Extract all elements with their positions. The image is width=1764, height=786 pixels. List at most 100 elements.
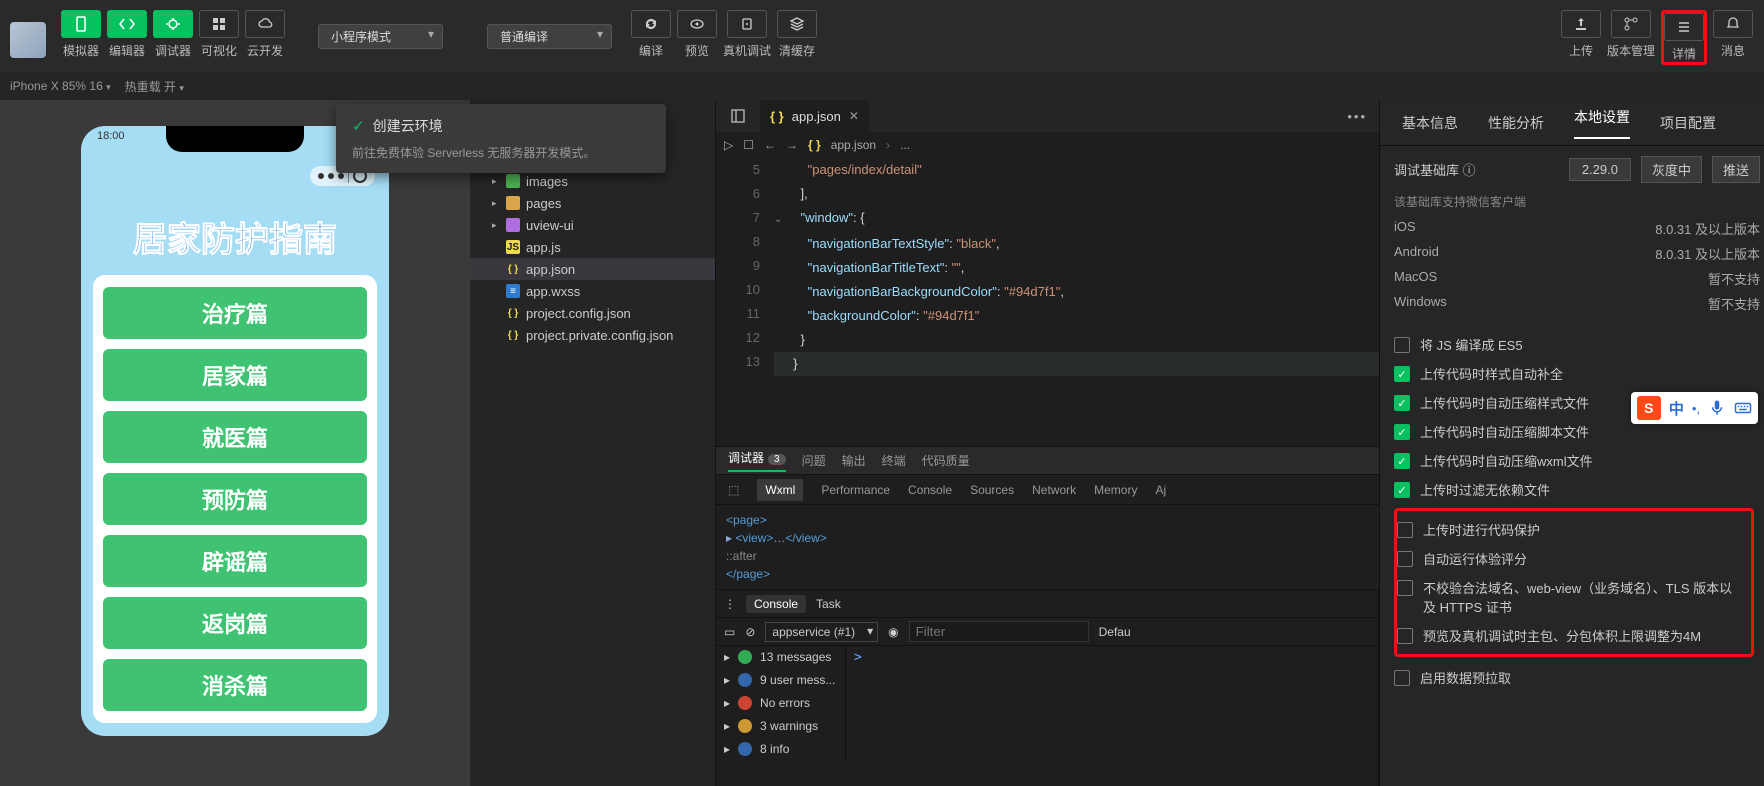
card-button[interactable]: 治疗篇 <box>103 287 367 339</box>
details-tab[interactable]: 性能分析 <box>1488 113 1544 133</box>
close-icon[interactable]: ✕ <box>849 109 859 123</box>
checkbox-row[interactable]: 启用数据预拉取 <box>1394 663 1746 692</box>
card-button[interactable]: 预防篇 <box>103 473 367 525</box>
msg-row[interactable]: ▸No errors <box>716 692 845 715</box>
action-upload[interactable]: 上传 <box>1561 10 1601 65</box>
bookmark-icon[interactable]: ☐ <box>743 138 754 152</box>
card-button[interactable]: 就医篇 <box>103 411 367 463</box>
checkbox-row[interactable]: 上传时过滤无依赖文件 <box>1394 475 1746 504</box>
run-icon[interactable]: ▷ <box>724 138 733 152</box>
mode-phone[interactable]: 模拟器 <box>61 10 101 59</box>
mode-cloud[interactable]: 云开发 <box>245 10 285 59</box>
compile-mode-select[interactable]: 普通编译 <box>487 24 612 49</box>
tree-item[interactable]: ▸uview-ui <box>470 214 715 236</box>
checkbox[interactable] <box>1394 670 1410 686</box>
checkbox[interactable] <box>1397 628 1413 644</box>
devtools-tab[interactable]: Aj <box>1155 483 1166 497</box>
checkbox-row[interactable]: 不校验合法域名、web-view（业务域名）、TLS 版本以及 HTTPS 证书 <box>1397 573 1737 621</box>
ime-lang[interactable]: 中 <box>1669 398 1684 419</box>
console-tab[interactable]: Console <box>746 595 806 613</box>
action-refresh[interactable]: 编译 <box>631 10 671 59</box>
debug-tab[interactable]: 问题 <box>802 452 826 469</box>
checkbox[interactable] <box>1394 395 1410 411</box>
mode-bug[interactable]: 调试器 <box>153 10 193 59</box>
task-tab[interactable]: Task <box>816 597 841 611</box>
prev-icon[interactable]: ← <box>764 138 776 152</box>
push-button[interactable]: 推送 <box>1712 156 1760 183</box>
checkbox[interactable] <box>1394 453 1410 469</box>
scope-select[interactable]: appservice (#1) <box>765 622 878 642</box>
card-button[interactable]: 消杀篇 <box>103 659 367 711</box>
more-icon[interactable]: ⋮ <box>724 597 736 611</box>
avatar[interactable] <box>10 22 46 58</box>
tree-item[interactable]: ≡app.wxss <box>470 280 715 302</box>
mode-grid[interactable]: 可视化 <box>199 10 239 59</box>
action-bell[interactable]: 消息 <box>1713 10 1753 65</box>
help-icon[interactable]: ⓘ <box>1463 163 1476 178</box>
editor-tab[interactable]: { } app.json ✕ <box>760 100 869 132</box>
debug-tab[interactable]: 输出 <box>842 452 866 469</box>
devtools-tab[interactable]: Memory <box>1094 483 1137 497</box>
checkbox-row[interactable]: 将 JS 编译成 ES5 <box>1394 330 1746 359</box>
clear-icon[interactable]: ⊘ <box>745 625 755 639</box>
debug-tab[interactable]: 代码质量 <box>922 452 970 469</box>
card-button[interactable]: 居家篇 <box>103 349 367 401</box>
checkbox-row[interactable]: 预览及真机调试时主包、分包体积上限调整为4M <box>1397 621 1737 650</box>
filter-input[interactable] <box>909 621 1089 642</box>
card-button[interactable]: 返岗篇 <box>103 597 367 649</box>
details-tab[interactable]: 本地设置 <box>1574 107 1630 139</box>
keyboard-icon[interactable] <box>1734 399 1752 417</box>
msg-row[interactable]: ▸9 user mess... <box>716 669 845 692</box>
debug-tab[interactable]: 终端 <box>882 452 906 469</box>
ime-widget[interactable]: S 中 •, <box>1631 392 1758 424</box>
checkbox-row[interactable]: 上传时进行代码保护 <box>1397 515 1737 544</box>
action-debug[interactable]: 真机调试 <box>723 10 771 59</box>
checkbox[interactable] <box>1394 424 1410 440</box>
checkbox-row[interactable]: 上传代码时自动压缩wxml文件 <box>1394 446 1746 475</box>
action-branch[interactable]: 版本管理 <box>1607 10 1655 65</box>
console-prompt[interactable]: > <box>846 646 870 761</box>
toast-notification[interactable]: ✓创建云环境 前往免费体验 Serverless 无服务器开发模式。 <box>336 104 666 173</box>
hot-reload-toggle[interactable]: 热重载 开 ▾ <box>125 78 184 95</box>
eye-icon[interactable]: ◉ <box>888 625 898 639</box>
lib-version-select[interactable]: 2.29.0 <box>1569 158 1631 181</box>
devtools-tab[interactable]: Console <box>908 483 952 497</box>
devtools-tab[interactable]: Wxml <box>757 479 803 501</box>
checkbox[interactable] <box>1397 522 1413 538</box>
tree-item[interactable]: { }project.private.config.json <box>470 324 715 346</box>
action-stack[interactable]: 清缓存 <box>777 10 817 59</box>
checkbox-row[interactable]: 自动运行体验评分 <box>1397 544 1737 573</box>
wxml-tree[interactable]: <page>▸ <view>…</view> ::after</page> <box>716 505 1379 589</box>
debug-tab[interactable]: 调试器3 <box>728 449 786 472</box>
devtools-tab[interactable]: Sources <box>970 483 1014 497</box>
sidebar-icon[interactable] <box>730 108 746 124</box>
tree-item[interactable]: ▸pages <box>470 192 715 214</box>
tree-item[interactable]: JSapp.js <box>470 236 715 258</box>
action-eye[interactable]: 预览 <box>677 10 717 59</box>
sidebar-toggle-icon[interactable]: ▭ <box>724 625 735 639</box>
inspect-icon[interactable]: ⬚ <box>728 483 739 497</box>
level-select[interactable]: Defau <box>1099 625 1131 639</box>
checkbox-row[interactable]: 上传代码时样式自动补全 <box>1394 359 1746 388</box>
tree-item[interactable]: { }project.config.json <box>470 302 715 324</box>
checkbox[interactable] <box>1394 366 1410 382</box>
mic-icon[interactable] <box>1708 399 1726 417</box>
details-tab[interactable]: 基本信息 <box>1402 113 1458 133</box>
action-menu[interactable]: 详情 <box>1661 10 1707 65</box>
card-button[interactable]: 辟谣篇 <box>103 535 367 587</box>
next-icon[interactable]: → <box>786 138 798 152</box>
checkbox[interactable] <box>1394 337 1410 353</box>
mode-code[interactable]: 编辑器 <box>107 10 147 59</box>
msg-row[interactable]: ▸13 messages <box>716 646 845 669</box>
device-select[interactable]: iPhone X 85% 16 ▾ <box>10 79 111 93</box>
checkbox[interactable] <box>1397 551 1413 567</box>
msg-row[interactable]: ▸8 info <box>716 738 845 761</box>
tree-item[interactable]: { }app.json <box>470 258 715 280</box>
devtools-tab[interactable]: Performance <box>821 483 890 497</box>
program-mode-select[interactable]: 小程序模式 <box>318 24 443 49</box>
checkbox[interactable] <box>1397 580 1413 596</box>
details-tab[interactable]: 项目配置 <box>1660 113 1716 133</box>
more-icon[interactable]: ••• <box>1335 109 1379 124</box>
tree-item[interactable]: ▸images <box>470 170 715 192</box>
devtools-tab[interactable]: Network <box>1032 483 1076 497</box>
